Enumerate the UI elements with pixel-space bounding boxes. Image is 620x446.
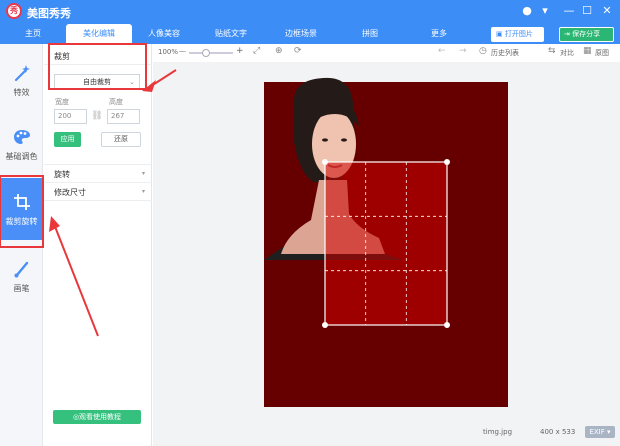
height-label: 高度 (109, 98, 123, 106)
lock-ratio-icon[interactable]: ⛓ (91, 110, 103, 122)
nav-item-brush[interactable]: 画笔 (0, 250, 43, 304)
brush-icon (14, 261, 28, 278)
nav-label: 裁剪旋转 (5, 217, 38, 226)
crop-mode-dropdown[interactable]: 自由裁剪 ⌄ (54, 74, 140, 90)
nav-item-effects[interactable]: 特效 (0, 54, 43, 108)
rotate-view-icon[interactable]: ⟳ (294, 46, 302, 56)
save-share-label: 保存分享 (572, 30, 601, 38)
crop-mode-value: 自由裁剪 (83, 78, 111, 86)
minimize-icon[interactable]: — (562, 5, 576, 17)
chevron-down-icon: ⌄ (129, 78, 135, 86)
tab-more[interactable]: 更多 (404, 24, 474, 44)
crop-handle[interactable] (322, 322, 328, 328)
history-icon[interactable]: ◷ (479, 46, 487, 56)
rotate-section[interactable]: 旋转 (54, 169, 70, 180)
history-list-label[interactable]: 历史列表 (491, 48, 519, 58)
tab-stickers-text[interactable]: 贴纸文字 (196, 24, 266, 44)
tab-frames-scenes[interactable]: 边框场景 (266, 24, 336, 44)
divider (44, 182, 152, 183)
maximize-icon[interactable]: ☐ (580, 5, 594, 17)
width-label: 宽度 (55, 98, 69, 106)
nav-item-color-adjust[interactable]: 基础调色 (0, 118, 43, 172)
tutorial-label: 观看使用教程 (79, 413, 122, 421)
app-title: 美图秀秀 (27, 7, 71, 20)
save-share-button[interactable]: ⇥ 保存分享 (559, 27, 614, 42)
tutorial-button[interactable]: ◎观看使用教程 (53, 410, 141, 424)
zoom-level: 100% (158, 48, 179, 56)
reset-button[interactable]: 还原 (101, 132, 141, 147)
expand-arrow-icon[interactable]: ▾ (142, 170, 145, 177)
exif-label: EXIF (589, 428, 605, 436)
main-tab-bar: 主页 美化编辑 人像美容 贴纸文字 边框场景 拼图 更多 ▣ 打开图片 ⇥ 保存… (0, 24, 620, 44)
save-icon: ⇥ (564, 30, 570, 38)
canvas-toolbar: 100% — + ⤢ ⊕ ⟳ ← → ◷ 历史列表 ⇆ 对比 ▦ 原图 (153, 44, 620, 62)
compare-icon[interactable]: ⇆ (548, 46, 556, 56)
crop-handle[interactable] (322, 159, 328, 165)
status-bar: timg.jpg 400 x 533 EXIF ▾ (153, 420, 620, 446)
image-dimensions: 400 x 533 (540, 428, 576, 436)
title-bar: 秀 美图秀秀 ● ▾ — ☐ ✕ (0, 0, 620, 24)
height-input[interactable]: 267 (107, 109, 140, 124)
tab-home[interactable]: 主页 (0, 24, 66, 44)
tab-portrait[interactable]: 人像美容 (132, 24, 196, 44)
open-image-label: 打开图片 (504, 30, 533, 38)
open-image-icon: ▣ (496, 30, 503, 38)
image-canvas (153, 62, 620, 420)
app-logo: 秀 (6, 3, 22, 19)
divider (44, 200, 152, 201)
close-icon[interactable]: ✕ (600, 5, 614, 17)
open-image-button[interactable]: ▣ 打开图片 (491, 27, 544, 42)
nav-label: 特效 (13, 88, 30, 97)
nav-label: 画笔 (13, 284, 30, 293)
original-image-icon[interactable]: ▦ (583, 46, 592, 56)
fit-icon[interactable]: ⤢ (253, 46, 260, 56)
original-label[interactable]: 原图 (595, 48, 609, 58)
exif-button[interactable]: EXIF ▾ (585, 426, 615, 438)
nav-item-crop-rotate[interactable]: 裁剪旋转 (0, 178, 43, 240)
magic-wand-icon (14, 65, 30, 82)
crop-section-title: 裁剪 (54, 52, 70, 61)
zoom-out-icon[interactable]: — (179, 47, 186, 55)
undo-icon[interactable]: ← (438, 46, 446, 56)
left-nav: 特效 基础调色 裁剪旋转 画笔 (0, 44, 43, 446)
nav-label: 基础调色 (5, 152, 38, 161)
divider (44, 64, 152, 65)
zoom-slider[interactable] (189, 49, 233, 57)
width-input[interactable]: 200 (54, 109, 87, 124)
crop-icon (13, 194, 30, 210)
photo-image (264, 77, 508, 407)
expand-arrow-icon[interactable]: ▾ (142, 188, 145, 195)
compare-label[interactable]: 对比 (560, 48, 574, 58)
actual-size-icon[interactable]: ⊕ (275, 46, 283, 56)
file-name: timg.jpg (483, 428, 513, 436)
menu-dropdown-icon[interactable]: ▾ (538, 5, 552, 17)
tab-collage[interactable]: 拼图 (336, 24, 404, 44)
crop-panel: 裁剪 自由裁剪 ⌄ 宽度 高度 200 ⛓ 267 应用 还原 旋转 ▾ 修改尺… (44, 44, 152, 446)
tab-beautify-edit[interactable]: 美化编辑 (66, 24, 132, 44)
zoom-in-icon[interactable]: + (236, 46, 244, 56)
divider (44, 164, 152, 165)
chat-icon[interactable]: ● (520, 5, 534, 17)
chevron-down-icon: ▾ (607, 428, 611, 436)
redo-icon[interactable]: → (459, 46, 467, 56)
apply-button[interactable]: 应用 (54, 132, 81, 147)
crop-handle[interactable] (444, 322, 450, 328)
resize-section[interactable]: 修改尺寸 (54, 187, 86, 198)
crop-handle[interactable] (444, 159, 450, 165)
palette-icon (13, 130, 30, 144)
crop-selection[interactable] (325, 162, 447, 325)
zoom-slider-handle[interactable] (202, 49, 210, 57)
